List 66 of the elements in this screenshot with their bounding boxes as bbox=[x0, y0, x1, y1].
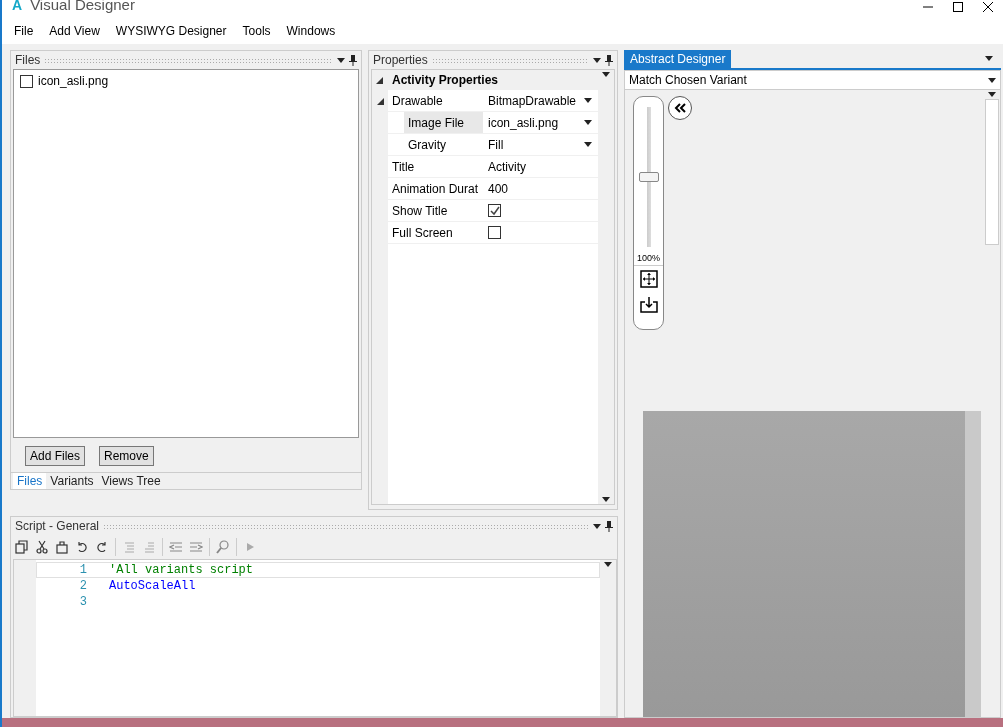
zoom-reading: 100% bbox=[634, 253, 663, 266]
menu-item[interactable]: Windows bbox=[278, 24, 344, 38]
property-value[interactable]: BitmapDrawable bbox=[488, 93, 580, 108]
code-line: 'All variants script bbox=[109, 563, 254, 577]
checkbox[interactable] bbox=[488, 204, 501, 217]
maximize-icon[interactable] bbox=[953, 2, 963, 12]
undo-icon[interactable] bbox=[75, 540, 89, 554]
window-title: Visual Designer bbox=[30, 0, 135, 13]
panel-button[interactable]: Remove bbox=[99, 446, 154, 466]
scrollbar[interactable] bbox=[598, 70, 614, 504]
designer-tab[interactable]: Abstract Designer bbox=[624, 50, 732, 68]
property-value[interactable]: 400 bbox=[488, 181, 509, 196]
checkbox[interactable] bbox=[488, 226, 501, 239]
line-number: 3 bbox=[78, 595, 87, 609]
pin-icon[interactable] bbox=[605, 520, 613, 532]
collapse-button[interactable] bbox=[668, 96, 692, 120]
category-title: Activity Properties bbox=[392, 73, 499, 87]
panel-tab[interactable]: Variants bbox=[46, 473, 98, 489]
property-value[interactable]: icon_asli.png bbox=[488, 115, 580, 130]
dropdown-caret-icon bbox=[584, 120, 592, 125]
download-icon[interactable] bbox=[639, 296, 658, 314]
panel-title: Files bbox=[15, 53, 41, 67]
file-name[interactable]: icon_asli.png bbox=[38, 74, 109, 88]
double-chevron-icon bbox=[674, 103, 686, 113]
dropdown-caret-icon bbox=[988, 77, 996, 83]
panel-menu-caret-icon bbox=[593, 57, 601, 63]
paste-icon[interactable] bbox=[55, 540, 69, 554]
search-icon[interactable] bbox=[216, 540, 230, 554]
line-number: 2 bbox=[78, 579, 87, 593]
expand-triangle-icon[interactable] bbox=[376, 97, 384, 105]
dropdown-caret-icon bbox=[584, 142, 592, 147]
cut-icon[interactable] bbox=[35, 540, 49, 554]
panel-button[interactable]: Add Files bbox=[25, 446, 86, 466]
indent-icon[interactable] bbox=[189, 540, 203, 554]
panel-tab[interactable]: Files bbox=[13, 473, 47, 489]
code-line: AutoScaleAll bbox=[109, 579, 196, 593]
menu-item[interactable]: Add View bbox=[41, 24, 108, 38]
close-icon[interactable] bbox=[983, 2, 993, 12]
tab-menu-caret-icon bbox=[985, 56, 993, 61]
property-name[interactable]: Image File bbox=[404, 112, 483, 133]
line-number: 1 bbox=[78, 563, 87, 577]
zoom-slider-thumb[interactable] bbox=[638, 172, 659, 182]
property-value[interactable]: Fill bbox=[488, 137, 580, 152]
app-logo: A bbox=[12, 0, 23, 13]
pin-icon[interactable] bbox=[349, 54, 357, 66]
panel-menu-caret-icon bbox=[337, 57, 345, 63]
scroll-down-icon bbox=[602, 497, 610, 502]
menu-item[interactable]: Tools bbox=[234, 24, 279, 38]
copy-icon[interactable] bbox=[15, 540, 29, 554]
redo-icon[interactable] bbox=[95, 540, 109, 554]
menu-item[interactable]: File bbox=[6, 24, 42, 38]
panel-menu-caret-icon bbox=[593, 523, 601, 529]
panel-tab[interactable]: Views Tree bbox=[97, 473, 165, 489]
menu-item[interactable]: WYSIWYG Designer bbox=[107, 24, 235, 38]
scroll-thumb[interactable] bbox=[985, 99, 999, 245]
pin-icon[interactable] bbox=[605, 54, 613, 66]
scrollbar[interactable] bbox=[600, 560, 616, 716]
panel-title: Properties bbox=[373, 53, 428, 67]
outdent-icon[interactable] bbox=[169, 540, 183, 554]
fit-icon[interactable] bbox=[639, 270, 658, 288]
panel-title: Script - General bbox=[15, 519, 100, 533]
property-value[interactable]: Activity bbox=[488, 159, 526, 174]
variant-dropdown[interactable]: Match Chosen Variant bbox=[624, 70, 1001, 90]
checkbox[interactable] bbox=[20, 74, 33, 88]
expand-triangle-icon[interactable] bbox=[376, 77, 383, 84]
dropdown-caret-icon bbox=[584, 98, 592, 103]
